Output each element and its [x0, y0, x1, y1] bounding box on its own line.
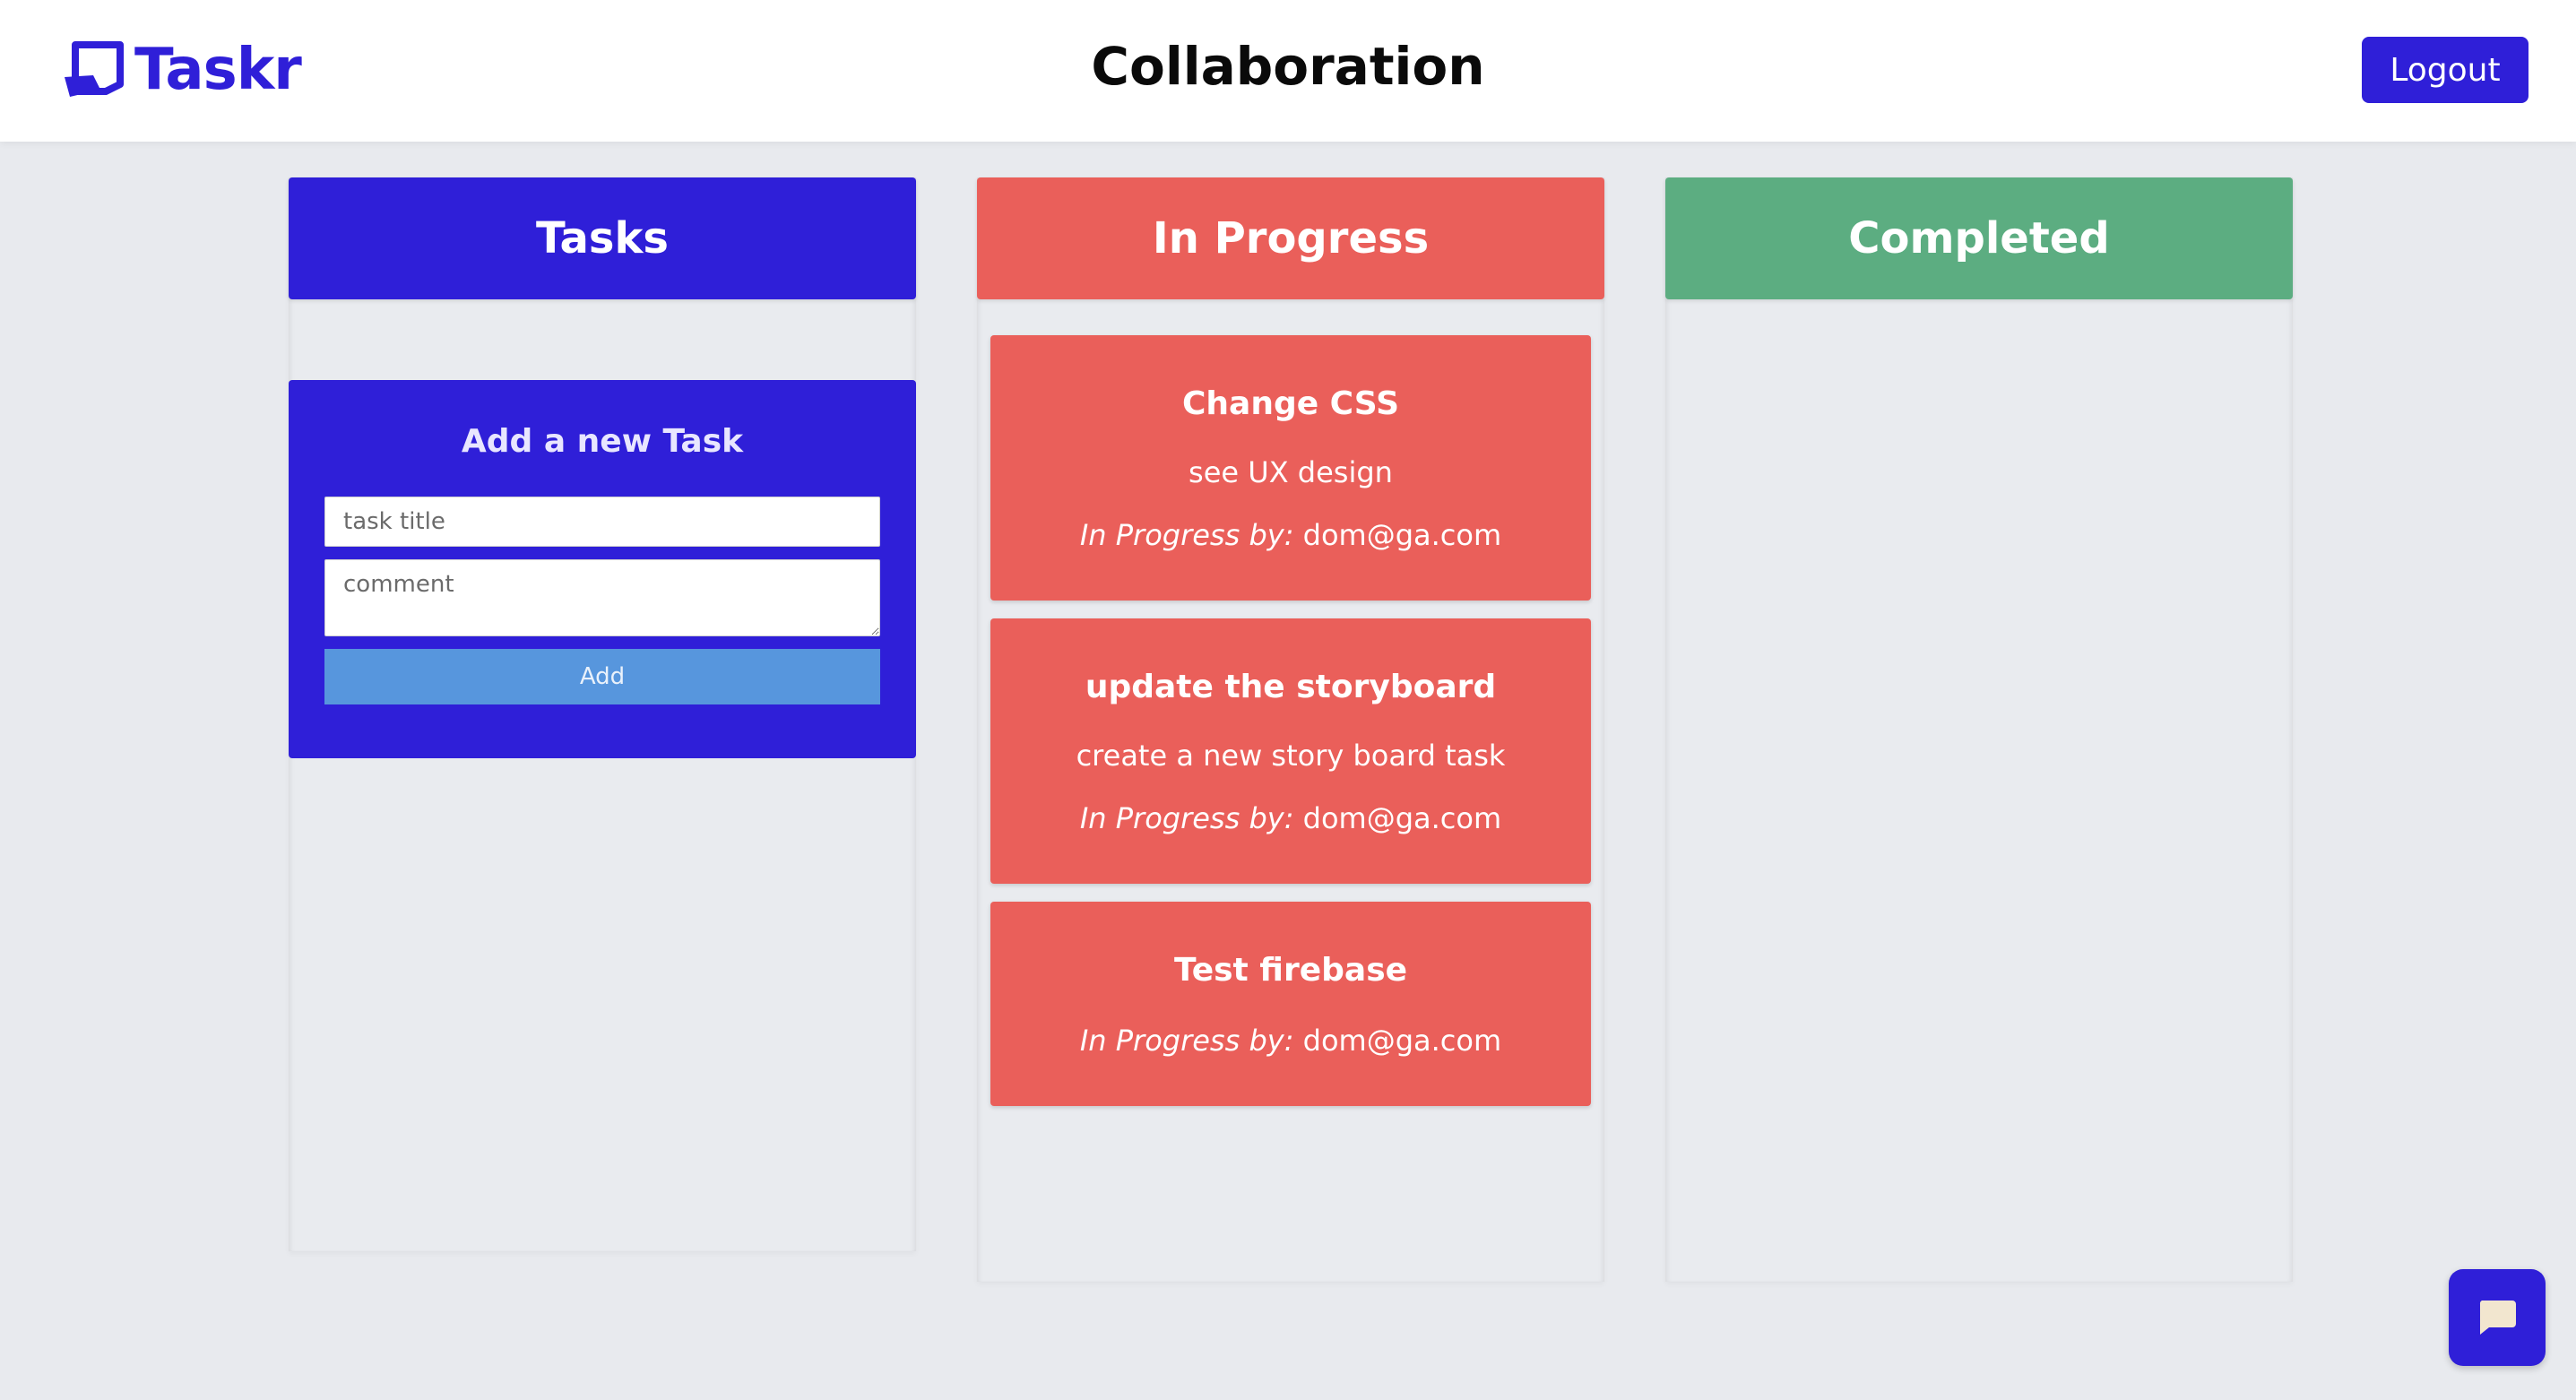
- tasks-column: Tasks Add a new Task Add: [289, 177, 916, 1251]
- completed-column-header: Completed: [1665, 177, 2293, 299]
- assignee-email: dom@ga.com: [1302, 801, 1502, 835]
- card-title: update the storyboard: [1085, 669, 1497, 705]
- tasks-column-header: Tasks: [289, 177, 916, 299]
- card-comment: create a new story board task: [1076, 739, 1506, 773]
- card-title: Change CSS: [1181, 385, 1399, 422]
- in-progress-column-header: In Progress: [977, 177, 1604, 299]
- add-task-title: Add a new Task: [461, 423, 744, 460]
- comment-input[interactable]: [324, 559, 880, 636]
- completed-column: Completed: [1665, 177, 2293, 1282]
- page-title: Collaboration: [1091, 36, 1485, 97]
- card-title: Test firebase: [1173, 952, 1408, 989]
- assignee-label: In Progress by:: [1079, 518, 1294, 552]
- task-title-input[interactable]: [324, 497, 880, 547]
- card-comment: see UX design: [1189, 455, 1393, 489]
- add-task-button[interactable]: Add: [324, 649, 880, 704]
- assignee-email: dom@ga.com: [1302, 518, 1502, 552]
- assignee-label: In Progress by:: [1079, 801, 1294, 835]
- task-card[interactable]: update the storyboard create a new story…: [990, 618, 1591, 884]
- task-card[interactable]: Change CSS see UX design In Progress by:…: [990, 335, 1591, 601]
- in-progress-column: In Progress Change CSS see UX design In …: [977, 177, 1604, 1282]
- logout-button[interactable]: Logout: [2362, 37, 2528, 103]
- top-header: Taskr Collaboration Logout: [0, 0, 2576, 142]
- card-assignee: In Progress by: dom@ga.com: [990, 801, 1591, 835]
- card-assignee: In Progress by: dom@ga.com: [990, 1024, 1591, 1058]
- card-assignee: In Progress by: dom@ga.com: [990, 518, 1591, 552]
- task-card[interactable]: Test firebase In Progress by: dom@ga.com: [990, 902, 1591, 1106]
- chat-bubble-icon: [2479, 1301, 2516, 1335]
- assignee-email: dom@ga.com: [1302, 1024, 1502, 1058]
- chat-button[interactable]: [2449, 1269, 2546, 1366]
- add-task-form: Add a new Task Add: [289, 380, 916, 758]
- assignee-label: In Progress by:: [1079, 1024, 1294, 1058]
